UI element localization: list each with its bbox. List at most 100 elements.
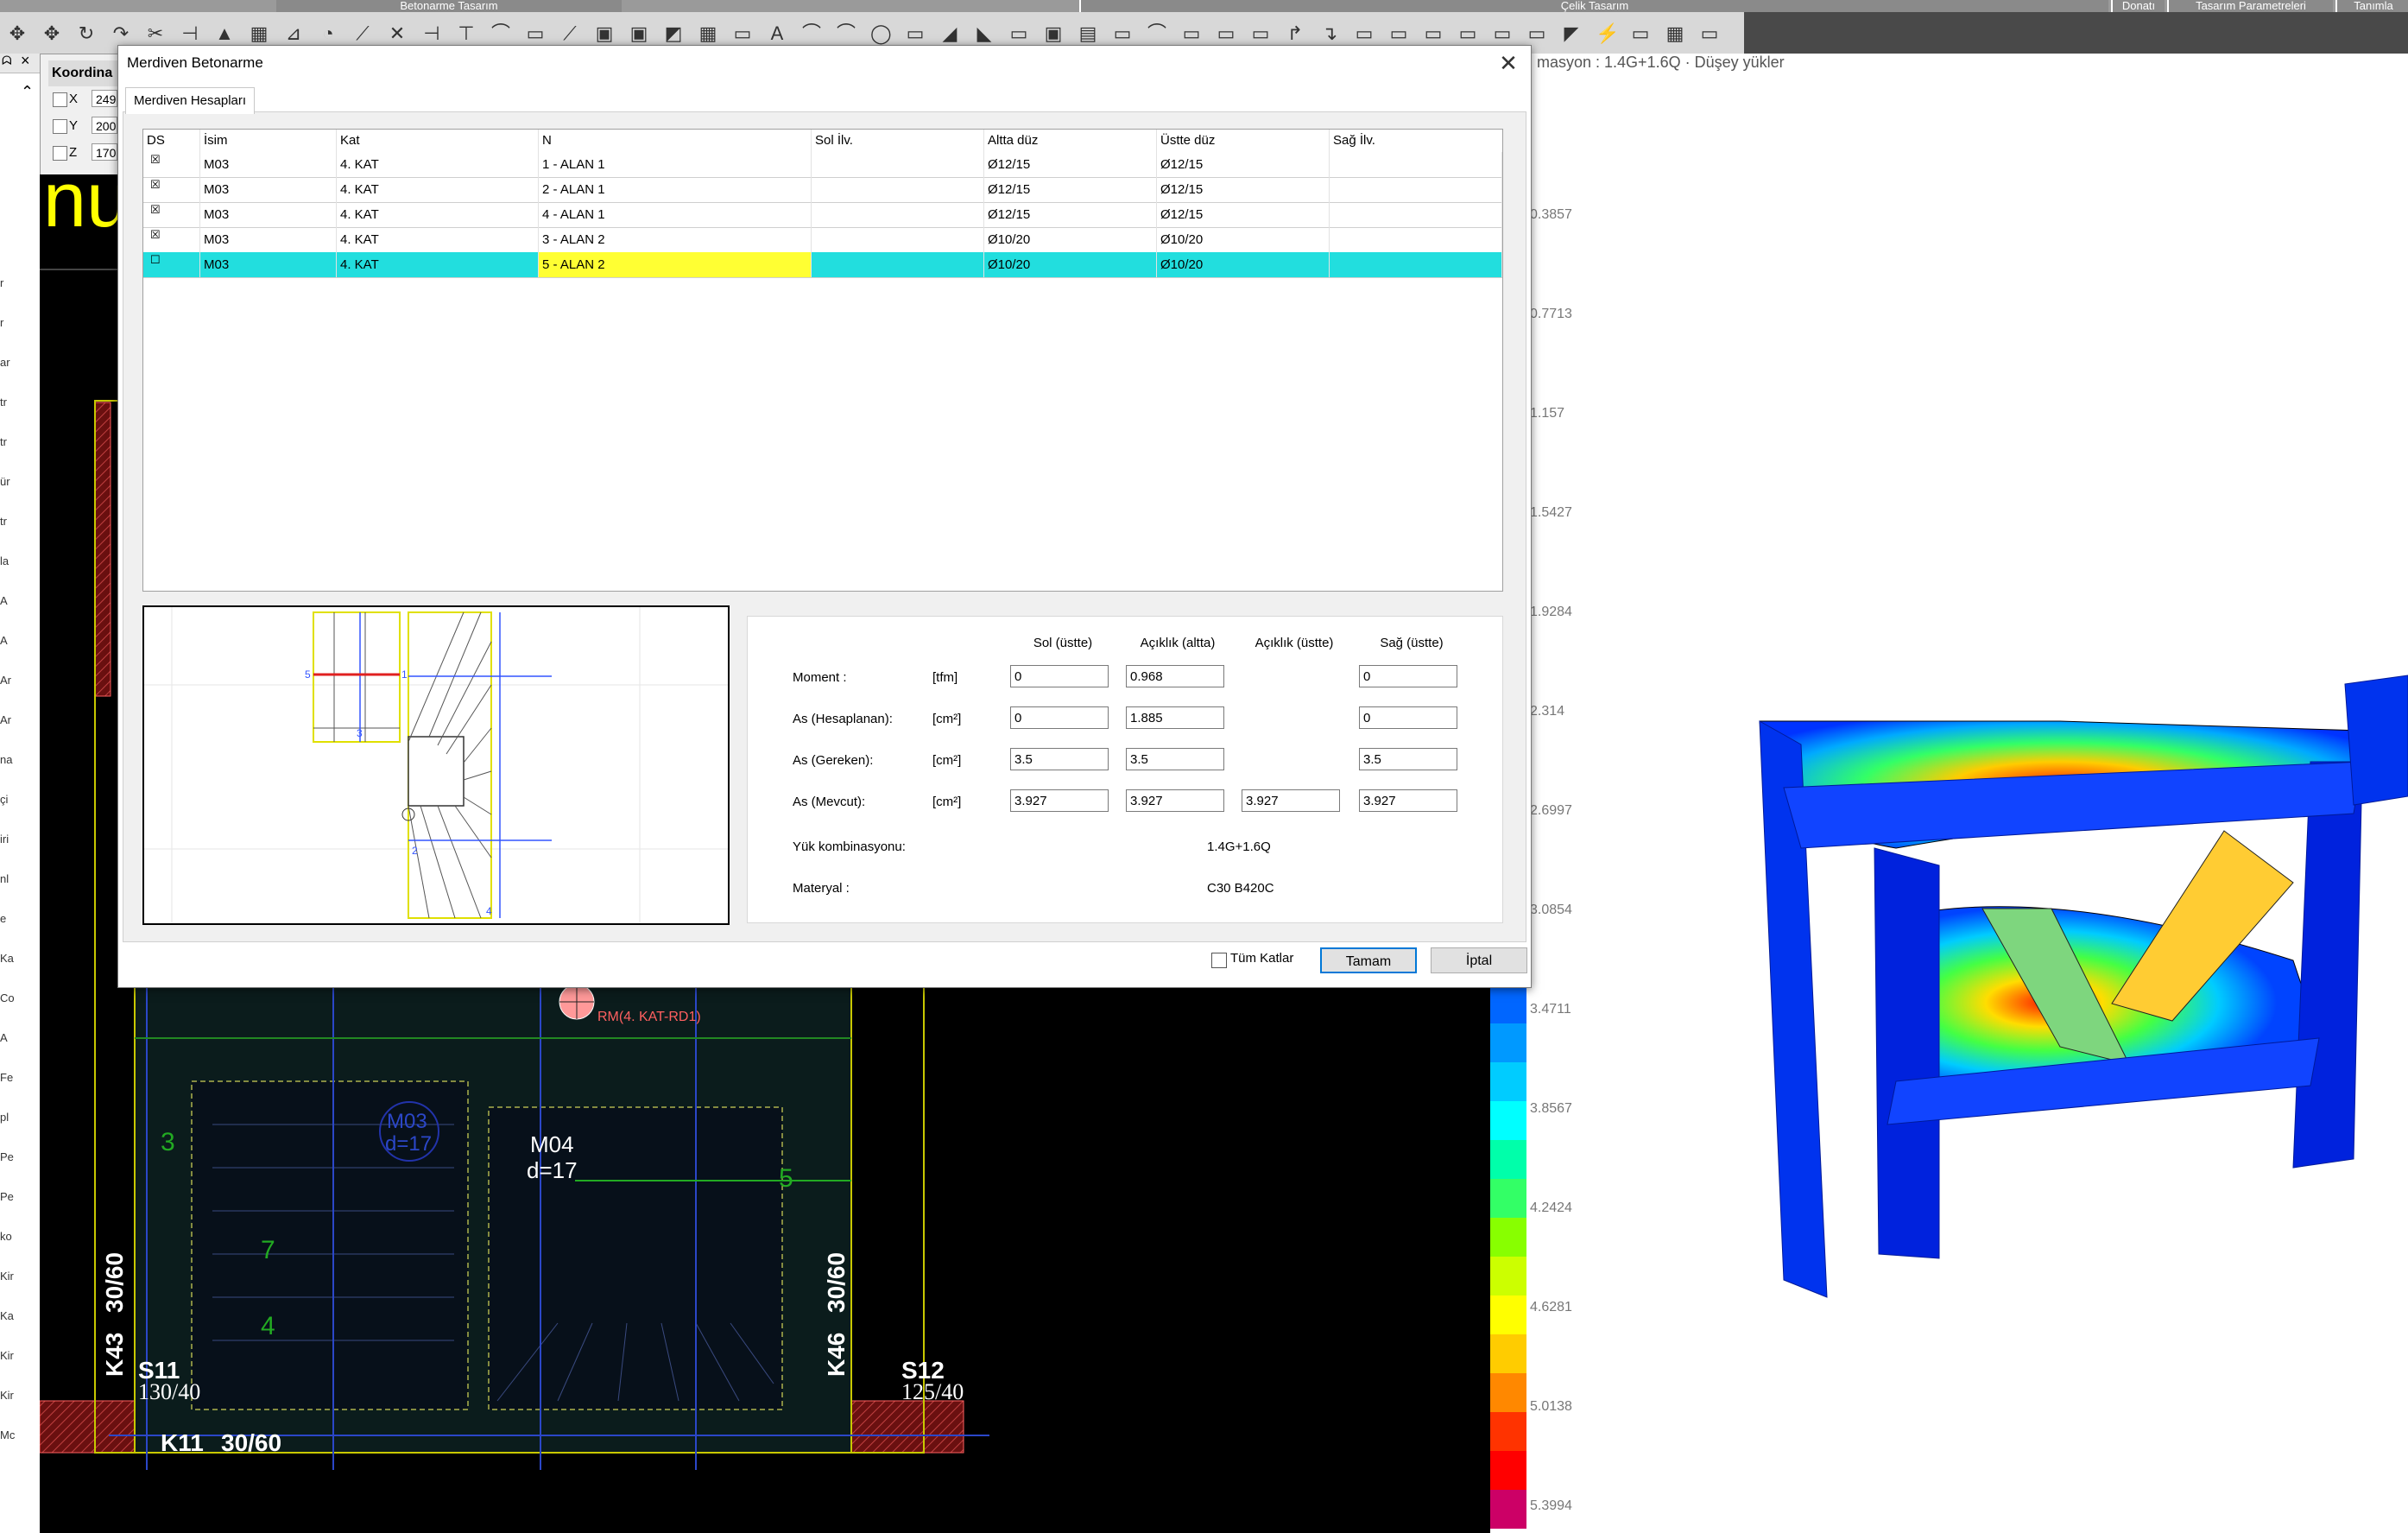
side-menu-item[interactable]: A [0,594,8,607]
side-menu-item[interactable]: la [0,554,9,567]
side-menu-item[interactable]: Fe [0,1071,13,1084]
side-menu-item[interactable]: tr [0,435,7,448]
ds-checkbox[interactable]: ☒ [150,204,161,215]
section-parametreler[interactable]: Tasarım Parametreleri [2167,0,2333,12]
table-cell-kat[interactable]: 4. KAT [337,227,539,252]
table-row[interactable]: ☒ M03 4. KAT 4 - ALAN 1 Ø12/15 Ø12/15 [143,202,1502,228]
ok-button[interactable]: Tamam [1320,947,1417,973]
col-header-ds[interactable]: DS [143,130,200,152]
side-menu-item[interactable]: e [0,912,6,925]
table-cell-altta[interactable]: Ø12/15 [984,152,1157,177]
toolbar-tool-icon[interactable]: ▦ [1665,23,1685,44]
side-menu-item[interactable]: Co [0,991,15,1004]
toolbar-tool-icon[interactable]: ▤ [1078,23,1098,44]
col-header-ustte[interactable]: Üstte düz [1157,130,1330,152]
table-cell-isim[interactable]: M03 [200,252,337,277]
side-menu-item[interactable]: çi [0,793,8,806]
ds-checkbox[interactable]: ☒ [150,154,161,165]
ds-cell[interactable]: ☒ [143,152,200,177]
side-menu-item[interactable]: tr [0,515,7,528]
side-menu-item[interactable]: Mc [0,1428,15,1441]
toolbar-tool-icon[interactable]: ▭ [1699,23,1720,44]
coord-x-checkbox[interactable] [53,92,67,107]
result-value-field[interactable]: 3.927 [1242,789,1340,812]
toolbar-tool-icon[interactable]: ⟋ [559,23,580,44]
toolbar-tool-icon[interactable]: ⊣ [180,23,200,44]
coord-x-input[interactable]: 249 [92,90,117,107]
table-cell-sag[interactable] [1330,202,1502,227]
table-cell-sag[interactable] [1330,152,1502,177]
table-row[interactable]: ☐ M03 4. KAT 5 - ALAN 2 Ø10/20 Ø10/20 [143,252,1502,278]
side-menu-item[interactable]: r [0,276,3,289]
side-menu-item[interactable]: Kir [0,1270,14,1283]
table-cell-ustte[interactable]: Ø10/20 [1157,252,1330,277]
table-cell-isim[interactable]: M03 [200,152,337,177]
toolbar-tool-icon[interactable]: ↱ [1285,23,1305,44]
result-value-field[interactable]: 0 [1010,706,1109,729]
result-value-field[interactable]: 0.968 [1126,665,1224,687]
ds-checkbox[interactable]: ☒ [150,179,161,190]
dialog-close-icon[interactable]: ✕ [1493,49,1524,77]
coord-y-checkbox[interactable] [53,119,67,134]
table-cell-n[interactable]: 4 - ALAN 1 [539,202,812,227]
toolbar-tool-icon[interactable]: ⟋ [352,23,373,44]
table-cell-n[interactable]: 3 - ALAN 2 [539,227,812,252]
table-cell-isim[interactable]: M03 [200,227,337,252]
toolbar-tool-icon[interactable]: ⊿ [283,23,304,44]
ds-cell[interactable]: ☒ [143,227,200,252]
result-value-field[interactable]: 3.927 [1126,789,1224,812]
toolbar-tool-icon[interactable]: ▭ [905,23,926,44]
side-menu-item[interactable]: Pe [0,1150,14,1163]
cancel-button[interactable]: İptal [1431,947,1527,973]
scroll-up-icon[interactable]: ⌃ [21,83,34,101]
table-cell-altta[interactable]: Ø12/15 [984,202,1157,227]
toolbar-tool-icon[interactable]: ⚡ [1596,23,1619,44]
result-value-field[interactable]: 3.5 [1126,748,1224,770]
toolbar-tool-icon[interactable]: ▭ [1492,23,1513,44]
toolbar-tool-icon[interactable]: ▭ [1423,23,1444,44]
toolbar-tool-icon[interactable]: ✥ [7,23,28,44]
table-cell-ustte[interactable]: Ø10/20 [1157,227,1330,252]
toolbar-tool-icon[interactable]: ◣ [974,23,995,44]
side-menu-item[interactable]: Kir [0,1349,14,1362]
table-row[interactable]: ☒ M03 4. KAT 1 - ALAN 1 Ø12/15 Ø12/15 [143,152,1502,178]
toolbar-tool-icon[interactable]: ◔ [318,23,338,44]
table-cell-kat[interactable]: 4. KAT [337,252,539,277]
side-menu-item[interactable]: Pe [0,1190,14,1203]
table-cell-sag[interactable] [1330,177,1502,202]
toolbar-tool-icon[interactable]: ◩ [663,23,684,44]
toolbar-tool-icon[interactable]: ▦ [698,23,718,44]
all-floors-checkbox[interactable] [1211,953,1227,968]
side-menu-item[interactable]: ar [0,356,10,369]
toolbar-tool-icon[interactable]: ✥ [41,23,62,44]
table-cell-ustte[interactable]: Ø12/15 [1157,152,1330,177]
toolbar-tool-icon[interactable]: ▭ [525,23,546,44]
toolbar-tool-icon[interactable]: ▭ [1630,23,1651,44]
ds-checkbox[interactable]: ☒ [150,229,161,240]
side-menu-item[interactable]: ür [0,475,10,488]
side-menu-item[interactable]: Ka [0,952,14,965]
toolbar-tool-icon[interactable]: ↷ [111,23,131,44]
analysis-3d-view[interactable] [1490,54,2408,1533]
col-header-n[interactable]: N [539,130,812,152]
side-menu-item[interactable]: Kir [0,1389,14,1402]
table-cell-isim[interactable]: M03 [200,177,337,202]
table-cell-sol[interactable] [812,152,984,177]
side-menu-item[interactable]: Ar [0,674,11,687]
side-menu-item[interactable]: na [0,753,12,766]
side-menu-item[interactable]: Ka [0,1309,14,1322]
table-cell-altta[interactable]: Ø12/15 [984,177,1157,202]
toolbar-tool-icon[interactable]: ▭ [1250,23,1271,44]
col-header-isim[interactable]: İsim [200,130,337,152]
result-value-field[interactable]: 0 [1359,665,1457,687]
result-value-field[interactable]: 3.927 [1010,789,1109,812]
table-cell-altta[interactable]: Ø10/20 [984,227,1157,252]
ds-cell[interactable]: ☒ [143,202,200,227]
result-value-field[interactable]: 1.885 [1126,706,1224,729]
toolbar-tool-icon[interactable]: ▭ [1112,23,1133,44]
result-value-field[interactable]: 3.5 [1359,748,1457,770]
table-cell-isim[interactable]: M03 [200,202,337,227]
section-celik[interactable]: Çelik Tasarım [1079,0,2108,12]
section-donati[interactable]: Donatı [2111,0,2165,12]
toolbar-tool-icon[interactable]: A [767,23,787,44]
